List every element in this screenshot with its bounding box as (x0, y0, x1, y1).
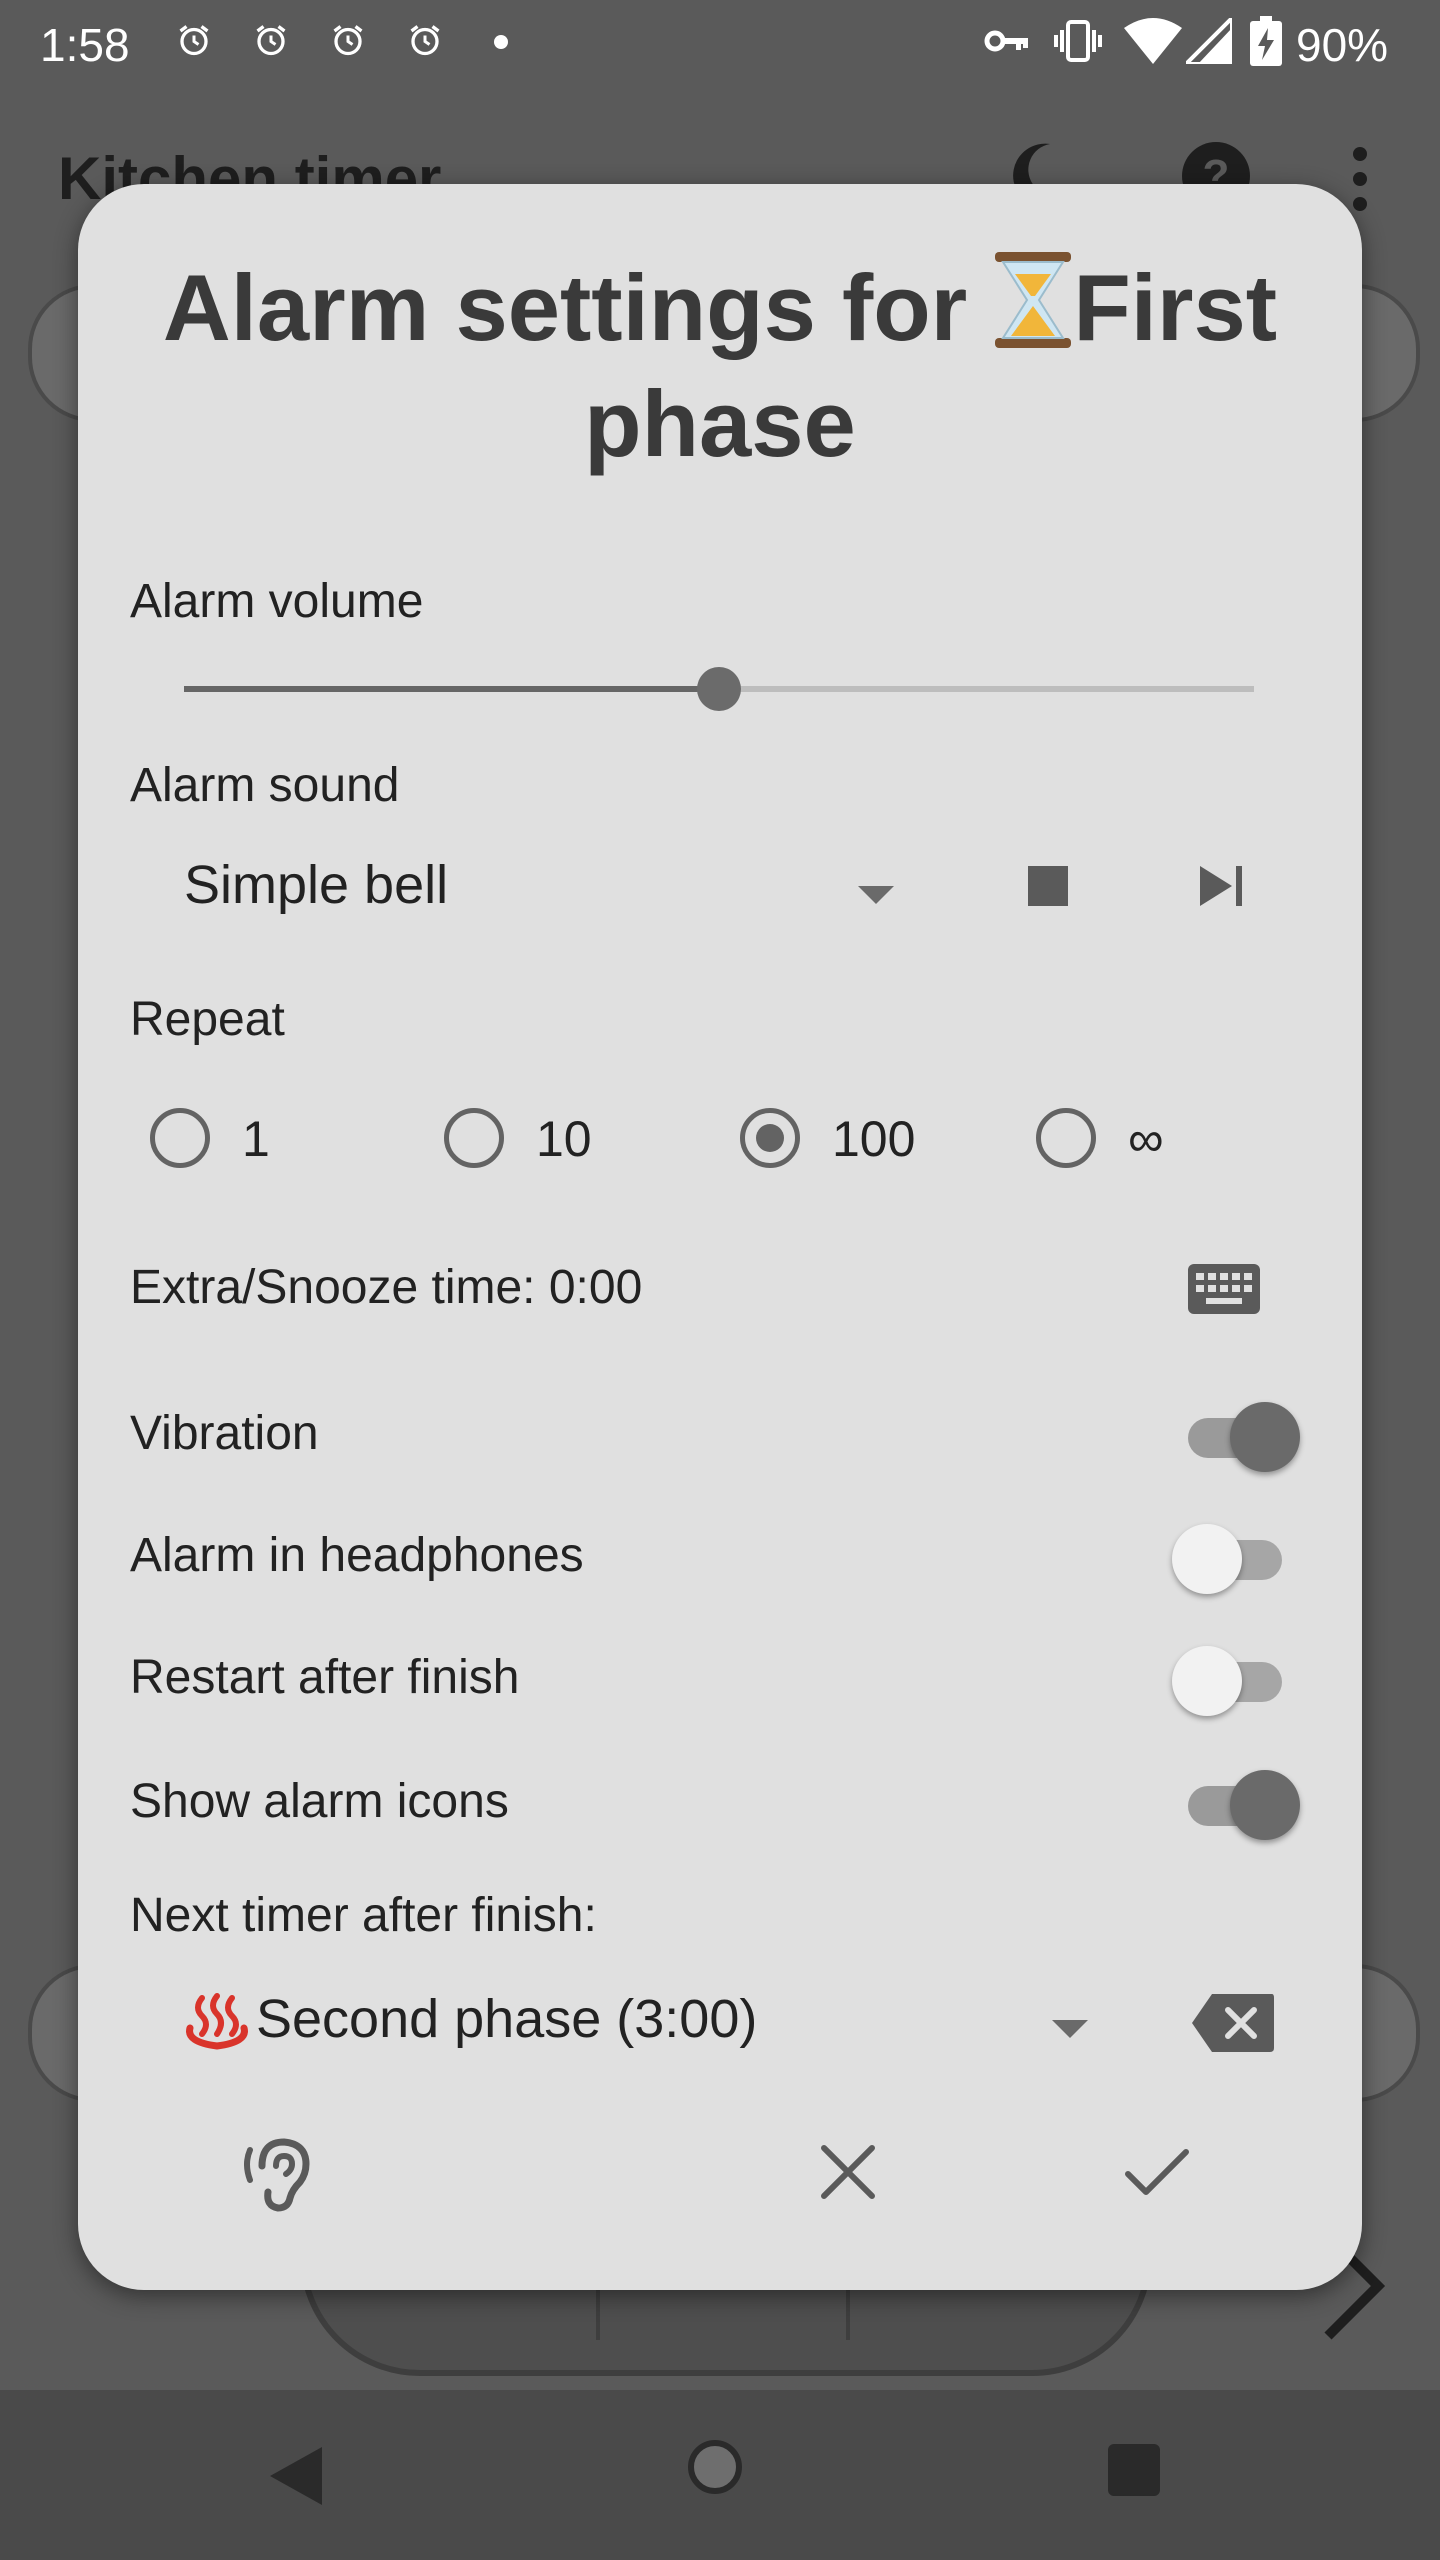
alarm-icon (333, 25, 363, 56)
switch-knob[interactable] (1172, 1524, 1242, 1594)
alarm-icons-switch[interactable] (1182, 1768, 1300, 1840)
dialog-title: Alarm settings for First phase (118, 250, 1322, 482)
volume-slider-thumb[interactable] (697, 667, 741, 711)
next-timer-dropdown-value[interactable]: Second phase (3:00) (256, 1988, 757, 2050)
hot-springs-icon (186, 1993, 248, 2050)
sound-label: Alarm sound (130, 759, 400, 812)
restart-switch[interactable] (1172, 1644, 1294, 1716)
confirm-button[interactable] (1124, 2146, 1190, 2198)
sound-dropdown-value[interactable]: Simple bell (184, 854, 448, 916)
battery-percent: 90% (1296, 19, 1389, 71)
vpn-key-icon (984, 30, 1028, 52)
vibration-switch[interactable] (1182, 1400, 1300, 1472)
signal-icon (1186, 18, 1232, 64)
alarm-settings-dialog: Alarm settings for First phase Alarm vol… (78, 184, 1362, 2290)
dialog-title-prefix: Alarm settings for (162, 255, 994, 360)
vibration-label: Vibration (130, 1407, 319, 1460)
wifi-icon (1124, 18, 1182, 64)
headphones-label: Alarm in headphones (130, 1529, 584, 1582)
volume-label: Alarm volume (130, 575, 424, 628)
switch-knob[interactable] (1230, 1770, 1300, 1840)
radio-button[interactable] (150, 1108, 210, 1168)
repeat-label: Repeat (130, 993, 285, 1046)
repeat-option-label: 100 (832, 1111, 916, 1167)
snooze-time-label[interactable]: Extra/Snooze time: 0:00 (130, 1260, 642, 1315)
status-bar: 1:58 90% (0, 0, 1440, 84)
cancel-button[interactable] (820, 2144, 876, 2200)
back-icon[interactable] (268, 2445, 324, 2507)
alarm-icon (410, 25, 440, 56)
switch-knob[interactable] (1230, 1402, 1300, 1472)
dot-icon (494, 35, 508, 49)
navigation-bar (0, 2390, 1440, 2560)
alarm-icons-label: Show alarm icons (130, 1775, 509, 1828)
repeat-option-label: 10 (536, 1111, 592, 1167)
next-timer-dropdown-arrow-icon[interactable] (1052, 2020, 1088, 2038)
next-timer-label: Next timer after finish: (130, 1889, 597, 1942)
vibrate-icon (1054, 20, 1102, 62)
radio-button[interactable] (740, 1108, 800, 1168)
status-time: 1:58 (40, 19, 130, 71)
overflow-menu-icon[interactable] (1348, 144, 1372, 214)
battery-charging-icon (1250, 16, 1282, 66)
restart-label: Restart after finish (130, 1651, 520, 1704)
hearing-icon[interactable] (244, 2136, 314, 2212)
radio-button[interactable] (1036, 1108, 1096, 1168)
hourglass-icon (995, 252, 1072, 348)
volume-slider-fill (184, 686, 719, 692)
alarm-icon (179, 25, 209, 56)
radio-button[interactable] (444, 1108, 504, 1168)
home-icon[interactable] (688, 2440, 742, 2494)
keyboard-icon[interactable] (1188, 1264, 1260, 1314)
recents-icon[interactable] (1108, 2444, 1160, 2496)
repeat-option-label: ∞ (1128, 1111, 1164, 1167)
headphones-switch[interactable] (1172, 1522, 1294, 1594)
backspace-clear-icon[interactable] (1190, 1992, 1276, 2054)
sound-dropdown-arrow-icon[interactable] (858, 886, 894, 904)
alarm-icon (256, 25, 286, 56)
switch-knob[interactable] (1172, 1646, 1242, 1716)
stop-icon[interactable] (1026, 864, 1070, 908)
volume-slider[interactable] (184, 667, 1254, 711)
repeat-option-label: 1 (242, 1111, 270, 1167)
skip-next-icon[interactable] (1198, 864, 1246, 908)
